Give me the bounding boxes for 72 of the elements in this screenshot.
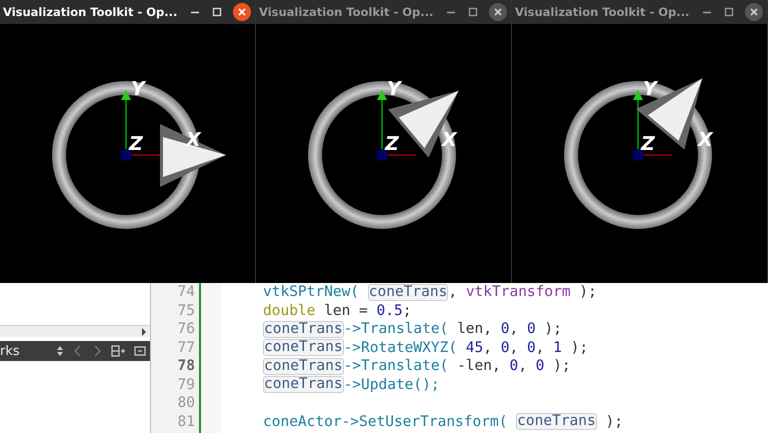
code-variable: coneTrans [516, 413, 597, 430]
code-function: vtkSPtrNew( [263, 283, 360, 302]
maximize-icon[interactable] [723, 6, 735, 18]
code-class: vtkTransform [466, 283, 571, 302]
code-number: 0 [500, 320, 510, 338]
close-icon[interactable] [745, 3, 763, 21]
line-number: 81 [178, 412, 195, 431]
line-number: 74 [178, 283, 195, 302]
code-number: 0 [536, 357, 544, 376]
axis-label: Z [129, 133, 143, 155]
code-variable: coneTrans [263, 339, 344, 356]
window-title: Visualization Toolkit - Op... [259, 5, 434, 19]
code-text: ); [543, 320, 562, 338]
code-number: 0 [509, 357, 518, 376]
code-text: ); [570, 338, 588, 357]
code-text: len, [456, 320, 493, 338]
code-text: , [518, 357, 528, 376]
forward-icon[interactable] [92, 345, 102, 357]
axis-label: Y [643, 78, 657, 100]
origin-dot [376, 149, 388, 161]
code-text: ); [552, 357, 571, 376]
close-icon[interactable] [233, 3, 251, 21]
line-number: 80 [178, 394, 195, 412]
code-variable: coneTrans [263, 358, 344, 375]
code-number: 0 [526, 338, 536, 357]
code-text: , [483, 338, 493, 357]
code-function: ->Update(); [344, 376, 440, 394]
split-icon[interactable] [111, 345, 125, 357]
origin-dot [120, 149, 132, 161]
code-function: ->Translate( [344, 357, 448, 376]
cone-drawing [160, 124, 226, 187]
code-variable: coneTrans [263, 376, 344, 394]
code-number: 0 [500, 338, 510, 357]
axis-label: Z [641, 133, 655, 155]
code-text: , [536, 338, 546, 357]
maximize-icon[interactable] [467, 6, 479, 18]
code-function: ->RotateWXYZ( [344, 338, 458, 357]
code-keyword: double [263, 302, 316, 320]
code-number: 45 [466, 338, 484, 357]
code-text: ); [604, 412, 623, 431]
window-title: Visualization Toolkit - Op... [3, 5, 178, 19]
code-number: 0 [526, 320, 536, 338]
code-text: , [448, 283, 458, 302]
code-number: 0.5 [376, 302, 403, 320]
code-text: ); [578, 283, 597, 302]
line-number: 79 [178, 376, 195, 394]
code-text: , [509, 320, 520, 338]
line-number: 76 [178, 320, 195, 338]
code-text: ; [402, 302, 412, 320]
back-icon[interactable] [73, 345, 83, 357]
panel-title: rks [0, 344, 21, 358]
close-icon[interactable] [489, 3, 507, 21]
axis-label: Y [131, 78, 145, 100]
line-number: 78 [178, 357, 195, 376]
code-variable: coneTrans [263, 320, 344, 338]
code-text: , [509, 338, 520, 357]
up-down-icon[interactable] [56, 345, 64, 357]
scroll-right-icon[interactable] [141, 328, 147, 336]
code-number: 1 [553, 338, 562, 357]
code-text: len = [323, 302, 369, 320]
axis-label: Z [385, 133, 399, 155]
close-panel-icon[interactable] [134, 345, 146, 357]
axis-label: Y [387, 78, 401, 100]
code-function: coneActor->SetUserTransform( [263, 412, 508, 431]
code-text: -len, [456, 357, 502, 376]
origin-dot [632, 149, 644, 161]
code-function: ->Translate( [344, 320, 448, 338]
window-title: Visualization Toolkit - Op... [515, 5, 690, 19]
line-number: 75 [178, 302, 195, 320]
line-number: 77 [178, 338, 195, 357]
code-variable: coneTrans [368, 284, 448, 301]
horizontal-scrollbar[interactable] [0, 325, 150, 337]
